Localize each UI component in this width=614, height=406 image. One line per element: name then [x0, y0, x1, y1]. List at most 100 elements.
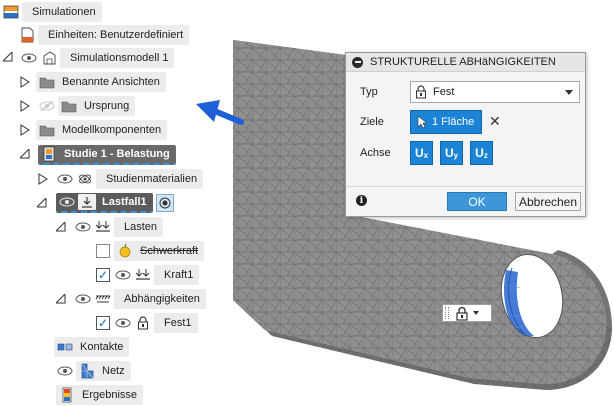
- study-label: Studie 1 - Belastung: [64, 148, 170, 160]
- structural-constraints-dialog: STRUKTURELLE ABHäNGIGKEITEN Typ Fest Zie…: [345, 52, 586, 217]
- loads-icon: [94, 219, 112, 235]
- folder-icon: [38, 122, 56, 138]
- lock-icon: [134, 315, 152, 331]
- loadcase-label: Lastfall1: [102, 196, 147, 208]
- axis-label: Achse: [360, 147, 391, 159]
- expand-materials-icon[interactable]: [38, 173, 48, 185]
- contacts-icon: [56, 339, 74, 355]
- components-label: Modellkomponenten: [62, 124, 162, 136]
- type-label: Typ: [360, 86, 378, 98]
- browser-named-views[interactable]: Benannte Ansichten: [36, 72, 166, 92]
- targets-value: 1 Fläche: [432, 116, 475, 128]
- visibility-eye-icon[interactable]: [58, 195, 76, 209]
- browser-loads[interactable]: Lasten: [74, 217, 164, 237]
- collapse-loads-icon[interactable]: [54, 220, 66, 234]
- browser-force[interactable]: ✓ Kraft1: [94, 265, 200, 285]
- axis-uz-main: U: [475, 146, 484, 160]
- visibility-eye-icon[interactable]: [114, 316, 132, 330]
- study-icon: [40, 146, 58, 162]
- axis-uy-sub: y: [453, 150, 459, 160]
- contacts-label: Kontakte: [80, 341, 124, 353]
- axis-ux-sub: x: [423, 150, 429, 160]
- axis-uz-toggle[interactable]: Uz: [470, 141, 493, 165]
- named-views-label: Benannte Ansichten: [62, 76, 160, 88]
- axis-uy-toggle[interactable]: Uy: [440, 141, 463, 165]
- axis-ux-toggle[interactable]: Ux: [410, 141, 433, 165]
- axis-uz-sub: z: [483, 150, 488, 160]
- browser-materials[interactable]: Studienmaterialien: [56, 169, 204, 189]
- drag-handle[interactable]: [445, 307, 449, 319]
- lock-icon: [455, 306, 469, 321]
- force-icon: [134, 267, 152, 283]
- type-select[interactable]: Fest: [410, 81, 580, 103]
- collapse-model-icon[interactable]: [1, 50, 13, 64]
- browser-fixed[interactable]: ✓ Fest1: [94, 313, 198, 333]
- results-icon: [58, 387, 76, 403]
- browser-gravity[interactable]: Schwerkraft: [94, 241, 205, 261]
- browser-components[interactable]: Modellkomponenten: [36, 120, 168, 140]
- origin-label: Ursprung: [84, 100, 130, 112]
- dialog-footer: i OK Abbrechen: [346, 186, 585, 216]
- collapse-loadcase-icon[interactable]: [35, 196, 47, 210]
- browser-contacts[interactable]: Kontakte: [54, 337, 130, 357]
- materials-icon: [76, 171, 94, 187]
- loadcase-icon: [78, 194, 96, 210]
- expand-components-icon[interactable]: [20, 124, 30, 136]
- simulation-icon: [2, 4, 20, 20]
- ok-button[interactable]: OK: [447, 192, 507, 211]
- browser-results[interactable]: Ergebnisse: [56, 385, 144, 405]
- browser-model[interactable]: Simulationsmodell 1: [20, 48, 175, 68]
- results-label: Ergebnisse: [82, 389, 138, 401]
- canvas-constraint-glyph[interactable]: [442, 304, 492, 322]
- hidden-eye-icon[interactable]: [38, 99, 56, 113]
- visibility-eye-icon[interactable]: [74, 292, 92, 306]
- gravity-label: Schwerkraft: [140, 245, 199, 257]
- fixed-label: Fest1: [164, 317, 192, 329]
- axis-uy-main: U: [444, 146, 454, 160]
- folder-icon: [38, 74, 56, 90]
- mesh-label: Netz: [102, 365, 125, 377]
- browser-mesh[interactable]: Netz: [56, 361, 131, 381]
- model-icon: [40, 50, 58, 66]
- force-label: Kraft1: [164, 269, 194, 281]
- browser-root[interactable]: Simulationen: [2, 2, 102, 22]
- cursor-arrow-icon: [417, 115, 427, 129]
- active-loadcase-radio-icon[interactable]: [155, 194, 174, 212]
- dialog-header[interactable]: STRUKTURELLE ABHäNGIGKEITEN: [346, 53, 585, 72]
- expand-origin-icon[interactable]: [20, 100, 30, 112]
- targets-label: Ziele: [360, 116, 384, 128]
- lock-icon: [415, 85, 427, 99]
- browser-loadcase[interactable]: Lastfall1: [56, 193, 174, 213]
- cancel-button[interactable]: Abbrechen: [515, 192, 581, 211]
- collapse-constraints-icon[interactable]: [54, 292, 66, 306]
- visibility-eye-icon[interactable]: [74, 220, 92, 234]
- chevron-down-icon[interactable]: [565, 90, 573, 95]
- visibility-eye-icon[interactable]: [56, 172, 74, 186]
- targets-select-button[interactable]: 1 Fläche: [410, 110, 482, 134]
- browser-study[interactable]: Studie 1 - Belastung: [38, 145, 176, 165]
- browser-constraints[interactable]: Abhängigkeiten: [74, 289, 206, 309]
- visibility-eye-icon[interactable]: [114, 268, 132, 282]
- axis-ux-main: U: [414, 146, 424, 160]
- document-icon: [18, 27, 36, 43]
- materials-label: Studienmaterialien: [106, 173, 198, 185]
- type-value: Fest: [433, 86, 455, 98]
- collapse-study-icon[interactable]: [18, 147, 30, 161]
- collapse-dialog-icon[interactable]: [352, 56, 363, 68]
- loads-label: Lasten: [124, 221, 158, 233]
- browser-units[interactable]: Einheiten: Benutzerdefiniert: [16, 25, 190, 45]
- visibility-eye-icon[interactable]: [20, 51, 38, 65]
- units-label: Einheiten: Benutzerdefiniert: [48, 29, 184, 41]
- visibility-eye-icon[interactable]: [56, 364, 74, 378]
- constraints-label: Abhängigkeiten: [124, 293, 200, 305]
- clear-selection-icon[interactable]: ✕: [489, 114, 501, 128]
- info-icon[interactable]: i: [356, 195, 367, 206]
- browser-origin[interactable]: Ursprung: [38, 96, 136, 116]
- chevron-down-icon[interactable]: [473, 311, 479, 315]
- gravity-checkbox[interactable]: [96, 244, 110, 258]
- expand-named-views-icon[interactable]: [20, 76, 30, 88]
- force-checkbox[interactable]: ✓: [96, 268, 110, 282]
- gravity-icon: [116, 243, 134, 259]
- fixed-checkbox[interactable]: ✓: [96, 316, 110, 330]
- folder-icon: [60, 98, 78, 114]
